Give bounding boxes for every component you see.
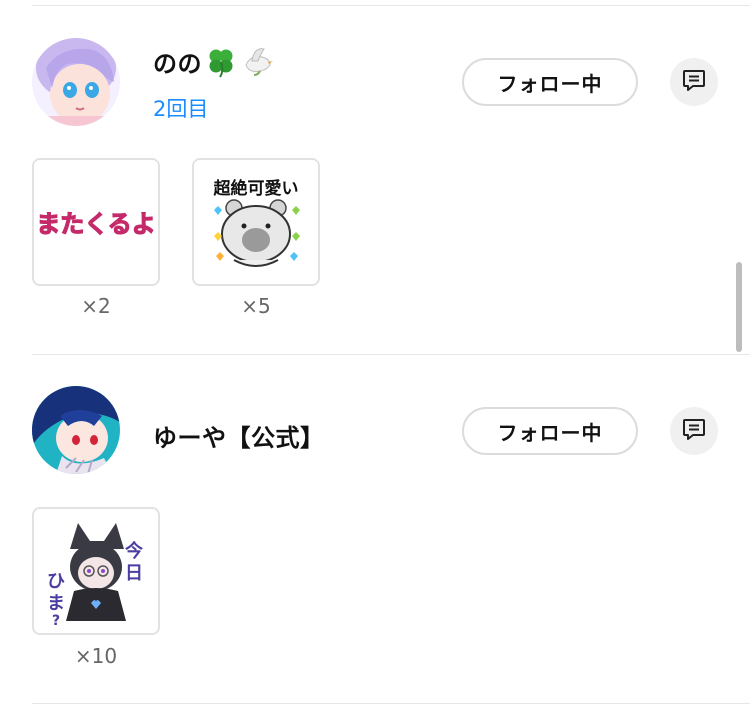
clover-emoji bbox=[204, 45, 238, 79]
sticker-count: ×2 bbox=[81, 294, 111, 318]
user-name[interactable]: のの bbox=[153, 44, 274, 79]
dove-emoji bbox=[240, 45, 274, 79]
sticker-text: 超絶可愛い bbox=[214, 178, 299, 199]
user-name-text: ゆーや【公式】 bbox=[153, 424, 325, 452]
gift-sticker[interactable]: またくるよ bbox=[32, 158, 160, 286]
message-button[interactable] bbox=[670, 58, 718, 106]
following-button[interactable]: フォロー中 bbox=[462, 407, 638, 455]
message-icon bbox=[681, 416, 707, 446]
user-name[interactable]: ゆーや【公式】 bbox=[153, 418, 325, 453]
sticker-text: またくるよ bbox=[36, 210, 156, 238]
following-button[interactable]: フォロー中 bbox=[462, 58, 638, 106]
gifter-row: のの 2回目 フォロー中 またくるよ ×2 超絶可愛い ×5 bbox=[0, 0, 750, 354]
message-icon bbox=[681, 67, 707, 97]
user-name-text: のの bbox=[153, 50, 202, 78]
message-button[interactable] bbox=[670, 407, 718, 455]
svg-text:?: ? bbox=[52, 613, 60, 629]
avatar[interactable] bbox=[32, 38, 120, 126]
sticker-count: ×10 bbox=[74, 644, 118, 668]
svg-text:日: 日 bbox=[125, 563, 143, 584]
svg-text:ひ: ひ bbox=[47, 571, 65, 592]
sticker-count: ×5 bbox=[241, 294, 271, 318]
gift-sticker[interactable]: 超絶可愛い bbox=[192, 158, 320, 286]
scrollbar[interactable] bbox=[736, 262, 742, 352]
svg-text:ま: ま bbox=[47, 593, 65, 614]
svg-text:今: 今 bbox=[125, 540, 144, 562]
divider bbox=[32, 703, 750, 704]
visit-count: 2回目 bbox=[153, 97, 209, 121]
gift-sticker[interactable]: 今 日 ひ ま ? bbox=[32, 507, 160, 635]
gifter-row: ゆーや【公式】 フォロー中 今 日 ひ ま ? ×10 bbox=[0, 354, 750, 704]
avatar[interactable] bbox=[32, 386, 120, 474]
